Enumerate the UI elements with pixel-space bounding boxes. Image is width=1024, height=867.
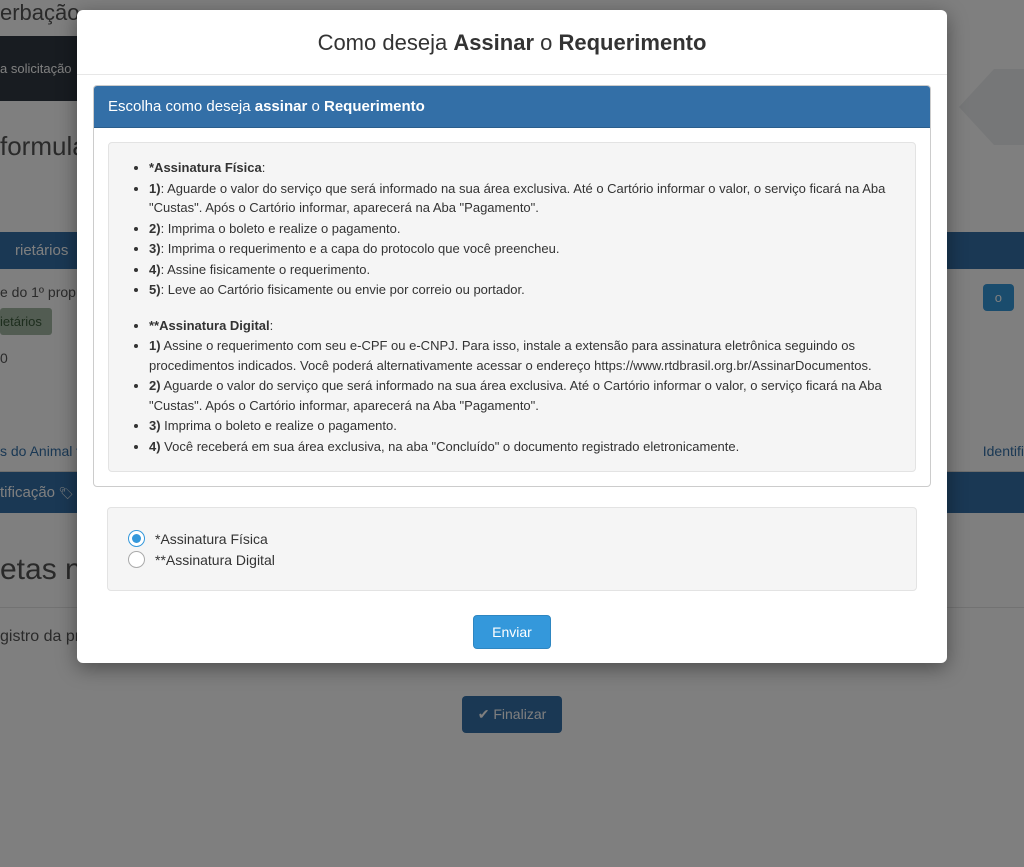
digital-step-2: 2) Aguarde o valor do serviço que será i… <box>149 376 897 415</box>
physical-step-4: 4): Assine fisicamente o requerimento. <box>149 260 897 280</box>
physical-step-2: 2): Imprima o boleto e realize o pagamen… <box>149 219 897 239</box>
instructions-well: *Assinatura Física: 1): Aguarde o valor … <box>108 142 916 472</box>
send-button[interactable]: Enviar <box>473 615 551 649</box>
instructions-panel: Escolha como deseja assinar o Requerimen… <box>93 85 931 487</box>
digital-step-4: 4) Você receberá em sua área exclusiva, … <box>149 437 897 457</box>
radio-label: **Assinatura Digital <box>155 552 275 568</box>
physical-signature-heading: *Assinatura Física: <box>149 158 897 178</box>
digital-step-1: 1) Assine o requerimento com seu e-CPF o… <box>149 336 897 375</box>
signature-modal: Como deseja Assinar o Requerimento Escol… <box>77 10 947 663</box>
digital-signature-heading: **Assinatura Digital: <box>149 316 897 336</box>
physical-step-3: 3): Imprima o requerimento e a capa do p… <box>149 239 897 259</box>
radio-icon <box>128 530 145 547</box>
radio-physical-signature[interactable]: *Assinatura Física <box>128 530 896 547</box>
physical-step-5: 5): Leve ao Cartório fisicamente ou envi… <box>149 280 897 300</box>
radio-digital-signature[interactable]: **Assinatura Digital <box>128 551 896 568</box>
physical-step-1: 1): Aguarde o valor do serviço que será … <box>149 179 897 218</box>
radio-label: *Assinatura Física <box>155 531 268 547</box>
modal-title: Como deseja Assinar o Requerimento <box>77 10 947 75</box>
signature-options: *Assinatura Física **Assinatura Digital <box>107 507 917 591</box>
instructions-panel-title: Escolha como deseja assinar o Requerimen… <box>94 86 930 128</box>
digital-step-3: 3) Imprima o boleto e realize o pagament… <box>149 416 897 436</box>
radio-icon <box>128 551 145 568</box>
